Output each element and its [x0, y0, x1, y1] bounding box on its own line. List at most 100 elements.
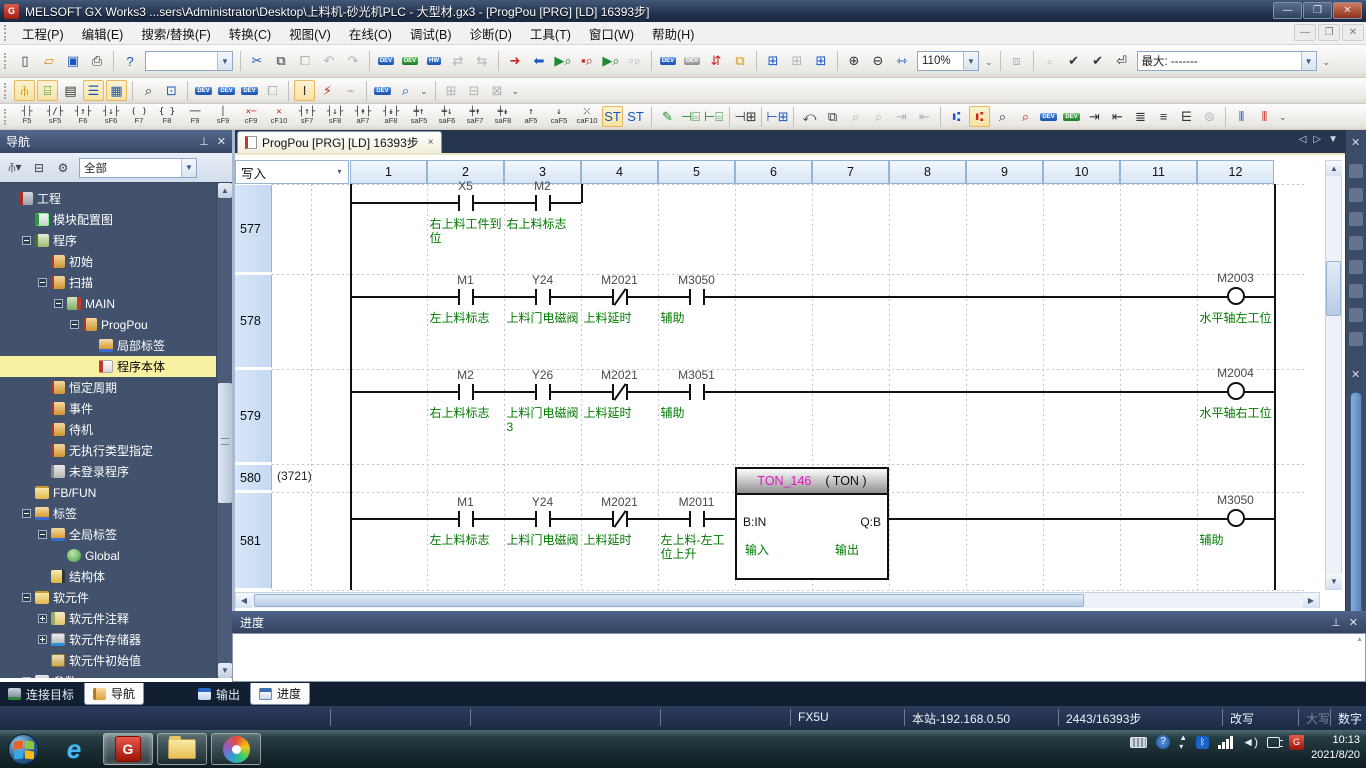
- st-editor-icon[interactable]: ST: [602, 106, 623, 127]
- contact-M1[interactable]: [458, 511, 460, 527]
- devbox1-icon[interactable]: ⊣⊞: [735, 106, 756, 127]
- ladder-symbol-cF9-button[interactable]: ✕─cF9: [238, 105, 264, 128]
- contact-M3050[interactable]: [703, 289, 705, 305]
- unit-icon[interactable]: ▤: [60, 80, 81, 101]
- sidebar-item-软元件注释[interactable]: 软元件注释: [0, 608, 216, 629]
- device-eye-icon[interactable]: DEV: [372, 80, 393, 101]
- devbox2-icon[interactable]: ⊢⊞: [767, 106, 788, 127]
- contact-M1[interactable]: [472, 511, 474, 527]
- tab-list-icon[interactable]: ▼: [1328, 134, 1338, 145]
- device-batch-icon[interactable]: DEV: [239, 80, 260, 101]
- chevron-down-icon[interactable]: ▼: [1301, 52, 1316, 70]
- ladder-symbol-F8-button[interactable]: { }F8: [154, 105, 180, 128]
- collapse-icon[interactable]: [38, 530, 47, 539]
- function-block-TON_146[interactable]: TON_146( TON )B:INQ:B输入输出: [735, 467, 889, 580]
- list1-icon[interactable]: ☰: [83, 80, 104, 101]
- module-config-icon[interactable]: ⌸: [37, 80, 58, 101]
- monitor-stop-icon[interactable]: ▪⌕: [576, 50, 598, 72]
- volume-icon[interactable]: ◄): [1242, 735, 1258, 749]
- chevron-down-icon[interactable]: ▾: [333, 163, 346, 181]
- rung-number-580[interactable]: 580: [235, 465, 272, 491]
- cross-ref-icon[interactable]: ⇵: [705, 50, 727, 72]
- menu-item-0[interactable]: 工程(P): [13, 21, 73, 46]
- check1-icon[interactable]: ✔: [1063, 50, 1085, 72]
- ladder-editor[interactable]: 写入▾123456789101112577X5右上料工件到位M2右上料标志578…: [235, 153, 1345, 608]
- sidebar-item-全局标签[interactable]: 全局标签: [0, 524, 216, 545]
- close-button[interactable]: ✕: [1333, 2, 1362, 19]
- edit-green-icon[interactable]: ✎: [657, 106, 678, 127]
- gear-icon[interactable]: ⚙: [52, 157, 74, 179]
- coil-M2004[interactable]: [1227, 382, 1245, 400]
- contact-M2021[interactable]: [626, 511, 628, 527]
- sidebar-item-MAIN[interactable]: MAIN: [0, 293, 216, 314]
- scroll-up-icon[interactable]: ▲: [1326, 161, 1342, 176]
- contact-Y26[interactable]: [549, 384, 551, 400]
- verify2-icon[interactable]: ⇆: [471, 50, 493, 72]
- docs-icon[interactable]: ⧉: [822, 106, 843, 127]
- dock-tab-进度[interactable]: 进度: [250, 683, 310, 705]
- zoom-out-icon[interactable]: ⊖: [867, 50, 889, 72]
- branch1-icon[interactable]: ⑆: [946, 106, 967, 127]
- coil-M3050[interactable]: [1227, 509, 1245, 527]
- chevron-down-icon[interactable]: ▼: [181, 159, 196, 177]
- ladder-symbol-saF6-button[interactable]: ╪↓saF6: [434, 105, 460, 128]
- ladder-symbol-saF7-button[interactable]: ╪↟saF7: [462, 105, 488, 128]
- sidebar-item-事件[interactable]: 事件: [0, 398, 216, 419]
- sidebar-item-软元件初始值[interactable]: 软元件初始值: [0, 650, 216, 671]
- branch2-icon[interactable]: ⑆: [969, 106, 990, 127]
- collapse-icon[interactable]: [54, 299, 63, 308]
- sidebar-item-标签[interactable]: 标签: [0, 503, 216, 524]
- contact-M2011[interactable]: [689, 511, 691, 527]
- overflow-chevron-icon[interactable]: ⌄: [1279, 107, 1287, 127]
- window-gray-icon[interactable]: ⧠: [262, 80, 283, 101]
- collapse-icon[interactable]: [22, 677, 31, 678]
- contact-M2[interactable]: [458, 384, 460, 400]
- tray-expand-icon[interactable]: ▲▾: [1179, 733, 1187, 751]
- sidebar-item-结构体[interactable]: 结构体: [0, 566, 216, 587]
- watch-start-icon[interactable]: ▶⌕: [600, 50, 622, 72]
- del-row-icon[interactable]: ⇤: [914, 106, 935, 127]
- fit-width-icon[interactable]: ⇿: [891, 50, 913, 72]
- win1-icon[interactable]: ⊞: [441, 80, 462, 101]
- taskbar-gxworks-button[interactable]: G: [103, 733, 153, 765]
- minimize-button[interactable]: —: [1273, 2, 1302, 19]
- pin-icon[interactable]: ⊥: [1331, 616, 1341, 629]
- contact-Y24[interactable]: [549, 511, 551, 527]
- help-tray-icon[interactable]: ?: [1156, 735, 1170, 749]
- dock-tab-连接目标[interactable]: 连接目标: [0, 683, 82, 705]
- contact-Y24[interactable]: [535, 511, 537, 527]
- contact-M2[interactable]: [535, 195, 537, 211]
- editor-horizontal-scrollbar[interactable]: ◀▶: [235, 592, 1320, 608]
- io-check-icon[interactable]: ⚡: [317, 80, 338, 101]
- ladder-symbol-sF6-button[interactable]: ┤↓├sF6: [98, 105, 124, 128]
- ladder-symbol-F9-button[interactable]: ──F9: [182, 105, 208, 128]
- collapse-icon[interactable]: [22, 509, 31, 518]
- ladder-symbol-saF5-button[interactable]: ╪↑saF5: [406, 105, 432, 128]
- contact-M2011[interactable]: [703, 511, 705, 527]
- sidebar-item-Global[interactable]: Global: [0, 545, 216, 566]
- tab-close-icon[interactable]: ×: [428, 137, 434, 148]
- collapse-icon[interactable]: [38, 278, 47, 287]
- rung-number-581[interactable]: 581: [235, 493, 272, 589]
- print-icon[interactable]: ⎙: [86, 50, 108, 72]
- contact-M1[interactable]: [458, 289, 460, 305]
- tab-prev-icon[interactable]: ◁: [1299, 134, 1307, 145]
- ladder-symbol-sF8-button[interactable]: ┤↓├sF8: [322, 105, 348, 128]
- pair2-icon[interactable]: ⫴: [1254, 106, 1275, 127]
- find-window-icon[interactable]: ⊡: [161, 80, 182, 101]
- contact-M1[interactable]: [472, 289, 474, 305]
- scroll-down-icon[interactable]: ▼: [1326, 574, 1342, 589]
- scroll-thumb[interactable]: [254, 594, 1084, 607]
- mdi-minimize-button[interactable]: —: [1294, 24, 1316, 41]
- scroll-down-icon[interactable]: ▼: [218, 663, 232, 678]
- align1-icon[interactable]: ⇥: [1084, 106, 1105, 127]
- touch-keyboard-icon[interactable]: [1130, 737, 1147, 748]
- read-plc-icon[interactable]: ⬅: [528, 50, 550, 72]
- contact-M2021[interactable]: [626, 289, 628, 305]
- menu-item-7[interactable]: 诊断(D): [461, 21, 521, 46]
- paste-icon[interactable]: ⧠: [294, 50, 316, 72]
- pastespecial-icon[interactable]: ⧈: [1006, 50, 1028, 72]
- st-editor2-icon[interactable]: ST: [625, 106, 646, 127]
- ladder-symbol-sF5-button[interactable]: ┤/├sF5: [42, 105, 68, 128]
- zoomr1-icon[interactable]: ⌕: [992, 106, 1013, 127]
